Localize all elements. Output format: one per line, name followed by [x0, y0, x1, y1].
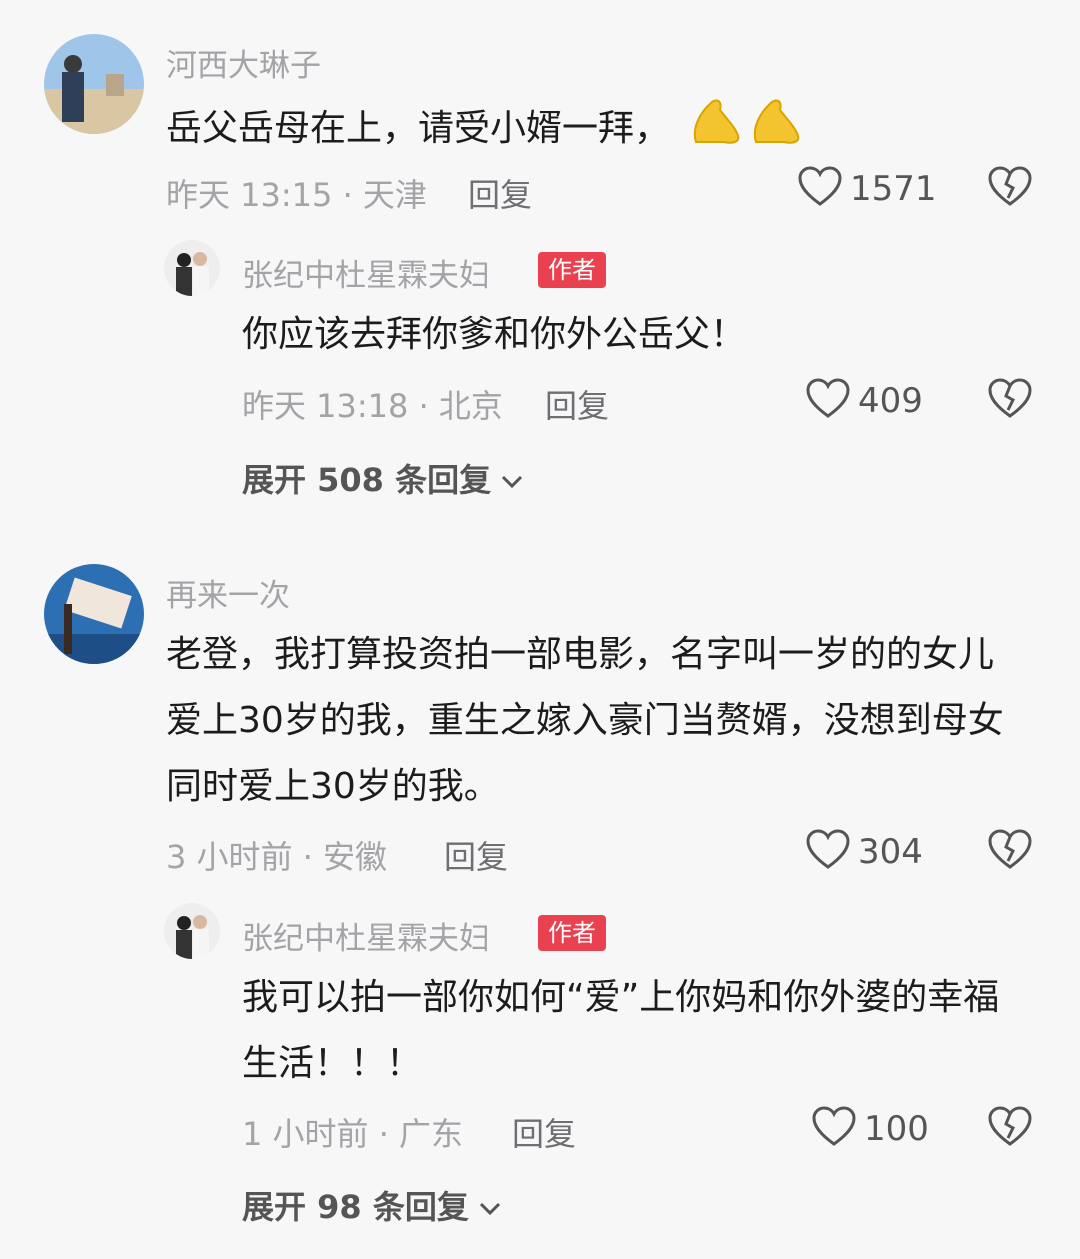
heart-icon	[806, 829, 850, 875]
comment-meta: 昨天 13:18 · 北京	[242, 387, 503, 425]
like-count: 1571	[850, 169, 937, 209]
avatar[interactable]	[44, 34, 144, 134]
comment-meta: 昨天 13:15 · 天津	[166, 176, 427, 214]
comment-text: 老登，我打算投资拍一部电影，名字叫一岁的的女儿爱上30岁的我，重生之嫁入豪门当赘…	[166, 634, 1004, 807]
comment-meta: 1 小时前 · 广东	[242, 1115, 464, 1153]
chevron-down-icon	[479, 1186, 501, 1224]
username[interactable]: 再来一次	[166, 570, 290, 615]
reply-button[interactable]: 回复	[444, 832, 508, 878]
dislike-icon[interactable]	[988, 1106, 1032, 1152]
expand-replies-button[interactable]: 展开 508 条回复	[242, 455, 523, 501]
reply-button[interactable]: 回复	[468, 170, 532, 216]
like-count: 409	[858, 381, 923, 421]
like-button[interactable]: 409	[806, 378, 923, 424]
heart-icon	[798, 166, 842, 212]
dislike-icon[interactable]	[988, 166, 1032, 212]
avatar[interactable]	[44, 564, 144, 664]
username[interactable]: 河西大琳子	[166, 40, 321, 85]
reply-button[interactable]: 回复	[512, 1109, 576, 1155]
avatar[interactable]	[164, 903, 220, 959]
author-badge: 作者	[538, 915, 606, 951]
dislike-icon[interactable]	[988, 829, 1032, 875]
reply-button[interactable]: 回复	[545, 381, 609, 427]
like-count: 100	[864, 1109, 929, 1149]
comment-text: 你应该去拜你爹和你外公岳父！	[242, 314, 747, 355]
like-count: 304	[858, 832, 923, 872]
heart-icon	[806, 378, 850, 424]
author-badge: 作者	[538, 252, 606, 288]
comment-text: 岳父岳母在上，请受小婿一拜，	[166, 92, 808, 168]
heart-icon	[812, 1106, 856, 1152]
username[interactable]: 张纪中杜星霖夫妇	[242, 250, 490, 295]
like-button[interactable]: 100	[812, 1106, 929, 1152]
comment-text: 我可以拍一部你如何“爱”上你妈和你外婆的幸福生活！！！	[242, 977, 1000, 1084]
like-button[interactable]: 304	[806, 829, 923, 875]
chevron-down-icon	[501, 459, 523, 497]
avatar[interactable]	[164, 240, 220, 296]
praying-hands-icon	[688, 92, 808, 168]
comment-meta: 3 小时前 · 安徽	[166, 838, 388, 876]
dislike-icon[interactable]	[988, 378, 1032, 424]
like-button[interactable]: 1571	[798, 166, 937, 212]
username[interactable]: 张纪中杜星霖夫妇	[242, 913, 490, 958]
expand-replies-button[interactable]: 展开 98 条回复	[242, 1182, 501, 1228]
